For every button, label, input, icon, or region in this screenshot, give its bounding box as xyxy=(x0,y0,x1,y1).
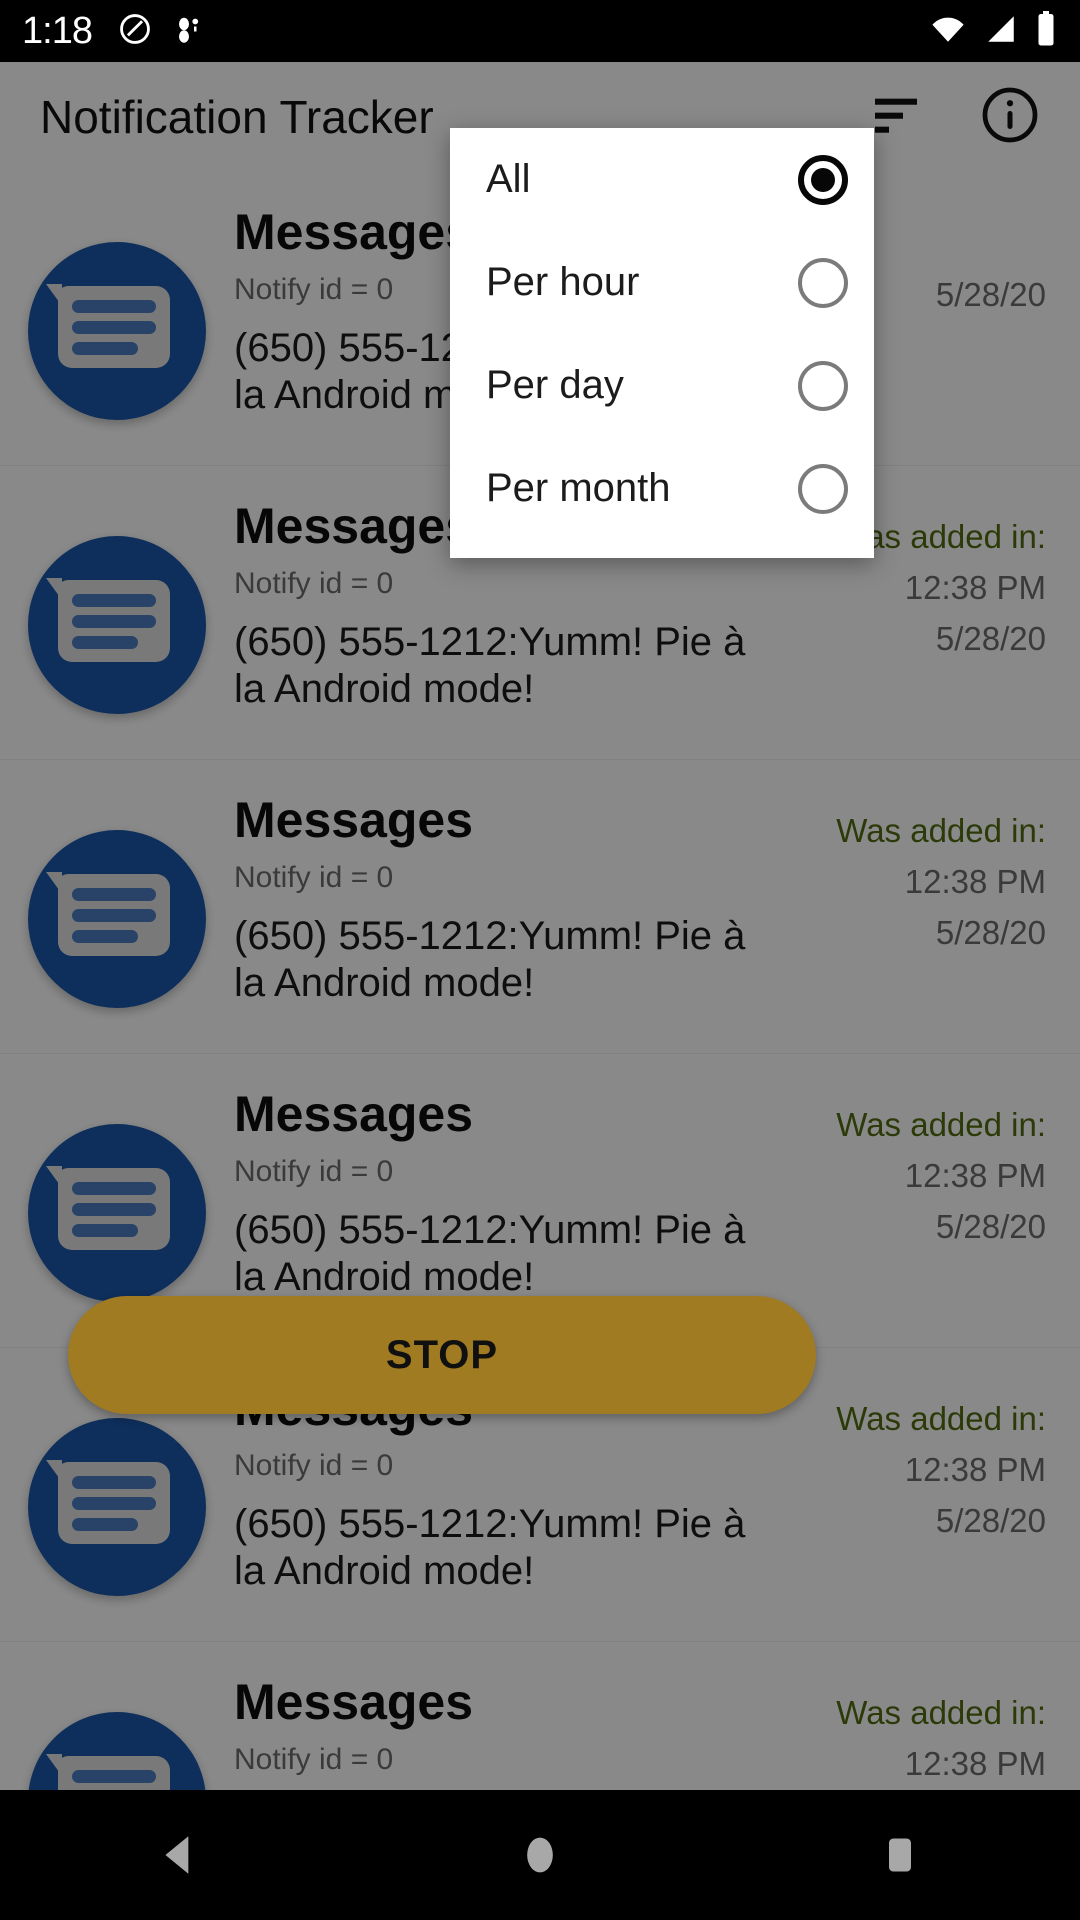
debug-dots-icon xyxy=(174,12,204,51)
added-in-label: Was added in: xyxy=(836,1400,1046,1437)
messages-app-icon xyxy=(28,536,206,714)
sort-filter-icon[interactable] xyxy=(868,87,924,148)
notification-text-block: Messages Notify id = 0 (650) 555-1212:Yumm… xyxy=(206,794,752,1007)
notification-meta: Was added in: 12:38 PM 5/28/20 xyxy=(752,1382,1052,1546)
messages-app-icon xyxy=(28,1712,206,1790)
notification-body: (650) 555-1212:Yumm! Pie à la Android mo… xyxy=(234,619,746,711)
notification-time: 12:38 PM xyxy=(904,1450,1046,1488)
home-circle-icon[interactable] xyxy=(460,1790,620,1920)
notification-meta: Was added in: 12:38 PM 5/28/20 xyxy=(752,794,1052,958)
do-not-disturb-icon xyxy=(118,12,152,51)
notification-time: 12:38 PM xyxy=(904,1156,1046,1194)
bubble-line xyxy=(72,1224,138,1237)
notification-text-block: Messages Notify id = 0 (650) 555-1212:Yumm… xyxy=(206,1088,752,1301)
chat-bubble-shape xyxy=(46,1460,170,1544)
added-in-label: Was added in: xyxy=(836,1694,1046,1731)
messages-app-icon xyxy=(28,1418,206,1596)
bubble-line xyxy=(72,321,156,334)
bubble-line xyxy=(72,888,156,901)
chat-bubble-shape xyxy=(46,1166,170,1250)
notification-body: (650) 555-1212:Yumm! Pie à la Android mo… xyxy=(234,1501,746,1593)
stop-button-label: STOP xyxy=(385,1332,499,1377)
dialog-option-all[interactable]: All xyxy=(450,128,874,231)
bubble-line xyxy=(72,594,156,607)
stop-button[interactable]: STOP xyxy=(68,1296,816,1414)
radio-button-icon[interactable] xyxy=(798,154,848,205)
back-triangle-icon[interactable] xyxy=(100,1790,260,1920)
page-title: Notification Tracker xyxy=(40,91,434,143)
status-bar: 1:18 xyxy=(0,0,1080,62)
notification-date: 5/28/20 xyxy=(935,1501,1046,1539)
notification-date: 5/28/20 xyxy=(935,1207,1046,1245)
bubble-line xyxy=(72,909,156,922)
chat-bubble-shape xyxy=(46,872,170,956)
notification-date: 5/28/20 xyxy=(935,619,1046,657)
notification-title: Messages xyxy=(234,1674,474,1730)
added-in-label: Was added in: xyxy=(836,1106,1046,1143)
added-in-label: Was added in: xyxy=(836,812,1046,849)
notification-body: (650) 555-1212:Yumm! Pie à la Android mo… xyxy=(234,913,746,1005)
bubble-line xyxy=(72,615,156,628)
messages-app-icon xyxy=(28,1124,206,1302)
dialog-option-per-month[interactable]: Per month xyxy=(450,437,874,540)
bubble-line xyxy=(72,1518,138,1531)
notification-id-label: Notify id = 0 xyxy=(234,566,394,600)
messages-app-icon xyxy=(28,830,206,1008)
notification-time: 12:38 PM xyxy=(904,1744,1046,1782)
notification-meta: Was added in: 12:38 PM 5/28/20 xyxy=(752,1088,1052,1252)
bubble-line xyxy=(72,1770,156,1783)
notification-meta: Was added in:12:38 PM5/28/20 xyxy=(752,1676,1052,1790)
dialog-option-label: All xyxy=(486,157,531,201)
notification-id-label: Notify id = 0 xyxy=(234,1154,394,1188)
chat-bubble-shape xyxy=(46,1754,170,1790)
radio-button-icon[interactable] xyxy=(798,463,848,514)
radio-button-icon[interactable] xyxy=(798,257,848,308)
bubble-line xyxy=(72,930,138,943)
notification-text-block: MessagesNotify id = 0(650) 555-1212:Yumm… xyxy=(206,1676,752,1790)
notification-title: Messages xyxy=(234,792,474,848)
notification-date: 5/28/20 xyxy=(935,913,1046,951)
dialog-option-label: Per hour xyxy=(486,260,640,304)
notification-id-label: Notify id = 0 xyxy=(234,1742,394,1776)
bubble-line xyxy=(72,1182,156,1195)
dialog-option-per-hour[interactable]: Per hour xyxy=(450,231,874,334)
bubble-line xyxy=(72,1476,156,1489)
app-content-area: Notification Tracker Messages Notify id =… xyxy=(0,62,1080,1790)
battery-icon xyxy=(1034,10,1058,52)
dialog-option-label: Per day xyxy=(486,363,624,407)
signal-icon xyxy=(982,12,1020,51)
notification-time: 12:38 PM xyxy=(904,568,1046,606)
dialog-option-label: Per month xyxy=(486,466,671,510)
dialog-option-per-day[interactable]: Per day xyxy=(450,334,874,437)
bubble-line xyxy=(72,342,138,355)
wifi-icon xyxy=(928,12,968,51)
notification-row[interactable]: Messages Notify id = 0 (650) 555-1212:Yumm… xyxy=(0,760,1080,1054)
notification-row[interactable]: MessagesNotify id = 0(650) 555-1212:Yumm… xyxy=(0,1642,1080,1790)
notification-title: Messages xyxy=(234,1086,474,1142)
system-navigation-bar xyxy=(0,1790,1080,1920)
interval-selection-dialog[interactable]: All Per hour Per day Per month xyxy=(450,128,874,558)
status-clock: 1:18 xyxy=(22,9,93,52)
messages-app-icon xyxy=(28,242,206,420)
notification-id-label: Notify id = 0 xyxy=(234,860,394,894)
notification-time: 12:38 PM xyxy=(904,862,1046,900)
notification-body: (650) 555-1212:Yumm! Pie à la Android mo… xyxy=(234,1207,746,1299)
bubble-line xyxy=(72,636,138,649)
bubble-line xyxy=(72,1203,156,1216)
bubble-line xyxy=(72,300,156,313)
radio-button-icon[interactable] xyxy=(798,360,848,411)
chat-bubble-shape xyxy=(46,578,170,662)
recents-square-icon[interactable] xyxy=(820,1790,980,1920)
info-icon[interactable] xyxy=(980,85,1040,150)
bubble-line xyxy=(72,1497,156,1510)
notification-id-label: Notify id = 0 xyxy=(234,1448,394,1482)
chat-bubble-shape xyxy=(46,284,170,368)
